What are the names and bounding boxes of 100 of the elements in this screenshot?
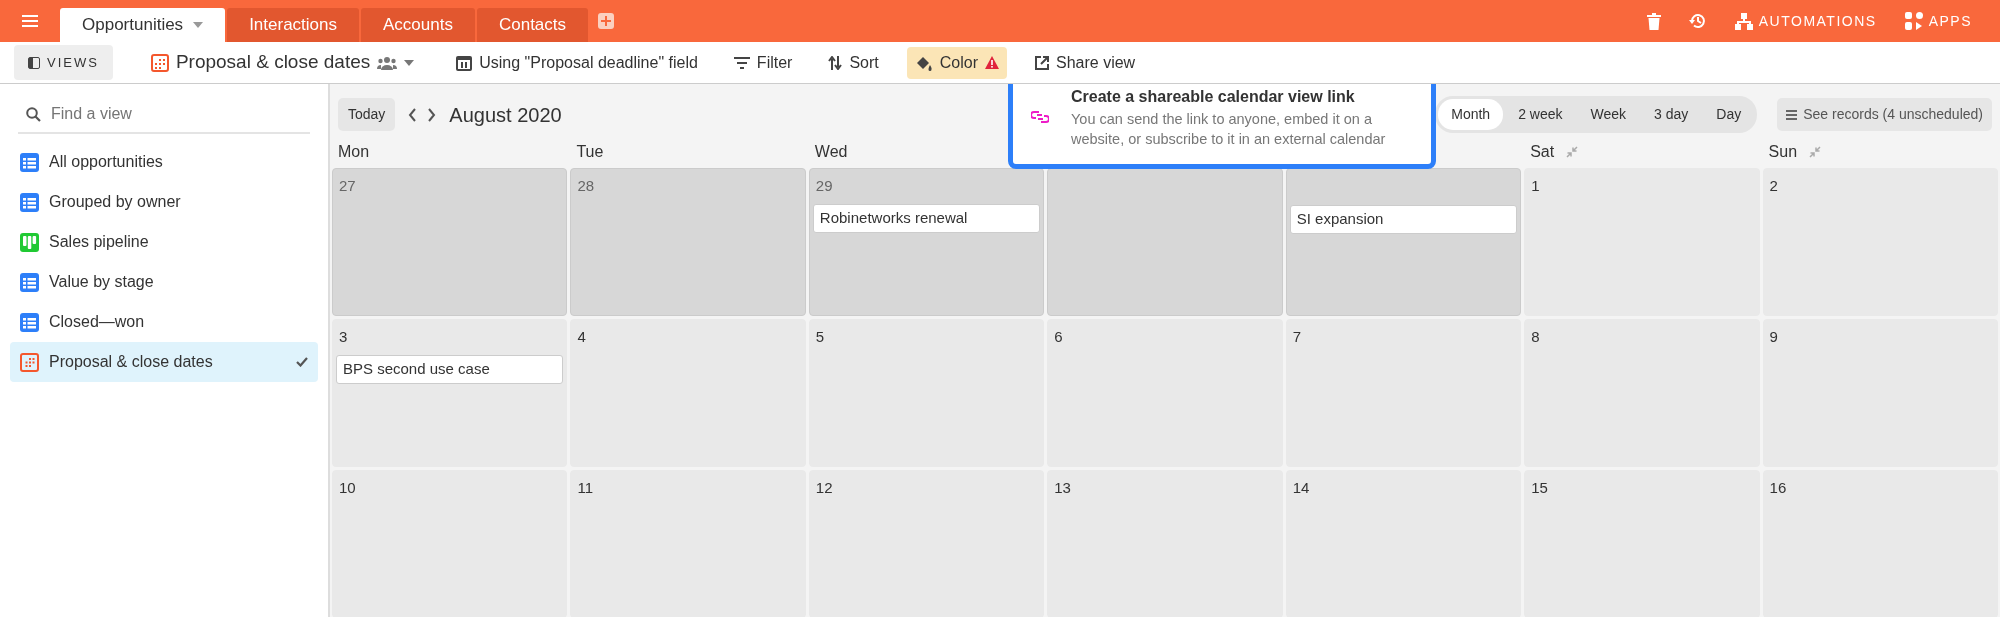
sort-button[interactable]: Sort: [820, 46, 887, 79]
view-item[interactable]: Proposal & close dates: [10, 342, 318, 382]
check-icon: [296, 357, 308, 367]
table-tab[interactable]: Opportunities: [60, 8, 226, 42]
day-number: 13: [1053, 478, 1072, 498]
search-icon: [26, 106, 41, 122]
view-item[interactable]: Value by stage: [10, 262, 318, 302]
day-cell[interactable]: 28: [570, 168, 806, 316]
day-number: 11: [576, 478, 594, 498]
day-cell[interactable]: 29 Robinetworks renewal: [808, 168, 1045, 316]
trash-icon: [1646, 12, 1661, 30]
view-item[interactable]: Sales pipeline: [10, 222, 318, 262]
color-button[interactable]: Color: [906, 46, 1007, 79]
range-tab[interactable]: 2 week: [1505, 99, 1576, 130]
day-cell[interactable]: 27: [332, 168, 568, 316]
day-cell[interactable]: 3 BPS second use case: [332, 319, 568, 467]
view-item[interactable]: Grouped by owner: [10, 182, 318, 222]
range-tab[interactable]: Day: [1703, 99, 1755, 130]
plus-icon: [598, 13, 615, 29]
list-icon: [1786, 109, 1798, 120]
range-tab[interactable]: Week: [1577, 99, 1640, 130]
day-number: 28: [576, 176, 596, 196]
day-number: 7: [1291, 327, 1303, 347]
calendar-icon: [150, 53, 169, 72]
day-number: 9: [1768, 327, 1779, 347]
day-cell[interactable]: 14: [1285, 470, 1522, 617]
today-button[interactable]: Today: [338, 98, 396, 131]
sort-icon: [828, 55, 843, 70]
day-cell[interactable]: 16: [1762, 470, 1998, 617]
shapes-icon: [1904, 12, 1923, 30]
grid-icon: [20, 272, 39, 292]
external-link-icon: [1035, 55, 1049, 70]
day-cell[interactable]: 2: [1762, 168, 1998, 316]
day-cell[interactable]: 8: [1524, 319, 1760, 467]
warning-icon: [985, 56, 999, 69]
day-cell[interactable]: [1047, 168, 1283, 316]
people-icon: [377, 55, 398, 70]
grid-icon: [20, 312, 39, 332]
collapse-icon[interactable]: [1809, 146, 1822, 158]
view-item[interactable]: All opportunities: [10, 142, 318, 182]
event-card[interactable]: SI expansion: [1289, 205, 1518, 234]
hierarchy-icon: [1734, 12, 1753, 30]
event-card[interactable]: Robinetworks renewal: [812, 204, 1041, 233]
share-view-button[interactable]: Share view: [1027, 46, 1144, 79]
chevron-left-icon: [408, 108, 418, 123]
table-tab[interactable]: Contacts: [476, 8, 589, 42]
day-cell[interactable]: 4: [570, 319, 806, 467]
day-number: 27: [338, 176, 357, 196]
day-number: 4: [576, 327, 587, 347]
day-cell[interactable]: 7: [1285, 319, 1522, 467]
date-field-button[interactable]: Using "Proposal deadline" field: [448, 46, 706, 79]
day-cell[interactable]: SI expansion: [1285, 168, 1522, 316]
link-icon: [1031, 110, 1049, 125]
day-number: 5: [814, 327, 826, 347]
event-card[interactable]: BPS second use case: [336, 355, 564, 384]
calendar-icon: [20, 352, 39, 372]
day-cell[interactable]: 15: [1524, 470, 1760, 617]
day-number: 16: [1768, 478, 1788, 498]
table-tab[interactable]: Interactions: [227, 8, 359, 42]
day-cell[interactable]: 9: [1762, 319, 1998, 467]
day-cell[interactable]: 11: [570, 470, 806, 617]
day-number: 10: [338, 478, 357, 498]
day-cell[interactable]: 6: [1047, 319, 1283, 467]
see-records-button[interactable]: See records (4 unscheduled): [1777, 98, 1992, 131]
view-item[interactable]: Closed—won: [10, 302, 318, 342]
sidebar-icon: [28, 56, 40, 69]
day-cell[interactable]: 13: [1047, 470, 1283, 617]
caret-icon: [404, 59, 415, 66]
popup-title: Create a shareable calendar view link: [1071, 87, 1356, 107]
day-cell[interactable]: 5: [808, 319, 1045, 467]
calendar-icon: [456, 54, 473, 71]
weekday-label: Mon: [338, 142, 370, 162]
day-cell[interactable]: 12: [808, 470, 1045, 617]
grid-icon: [20, 192, 39, 212]
day-number: 3: [338, 327, 349, 347]
grid-icon: [20, 152, 39, 172]
table-tab[interactable]: Accounts: [361, 8, 475, 42]
weekday-label: Tue: [576, 142, 604, 162]
range-tab[interactable]: Month: [1438, 99, 1504, 130]
month-title: August 2020: [449, 102, 562, 128]
view-name-button[interactable]: Proposal & close dates: [142, 44, 423, 81]
day-number: 8: [1530, 327, 1541, 347]
day-number: 6: [1053, 327, 1064, 347]
history-icon: [1688, 12, 1707, 30]
menu-icon: [22, 14, 38, 28]
columns-icon: [20, 232, 39, 252]
day-number: 12: [814, 478, 834, 498]
range-tab[interactable]: 3 day: [1641, 99, 1702, 130]
collapse-icon[interactable]: [1566, 146, 1579, 158]
day-number: 14: [1291, 478, 1311, 498]
views-button[interactable]: VIEWS: [14, 44, 113, 81]
day-cell[interactable]: 10: [332, 470, 568, 617]
chevron-right-icon: [427, 108, 437, 123]
day-cell[interactable]: 1: [1524, 168, 1760, 316]
day-number: 1: [1530, 176, 1541, 196]
filter-button[interactable]: Filter: [725, 46, 801, 79]
caret-icon: [193, 22, 204, 28]
day-number: 29: [814, 176, 834, 196]
weekday-label: Sun: [1768, 142, 1798, 162]
day-number: 15: [1530, 478, 1549, 498]
